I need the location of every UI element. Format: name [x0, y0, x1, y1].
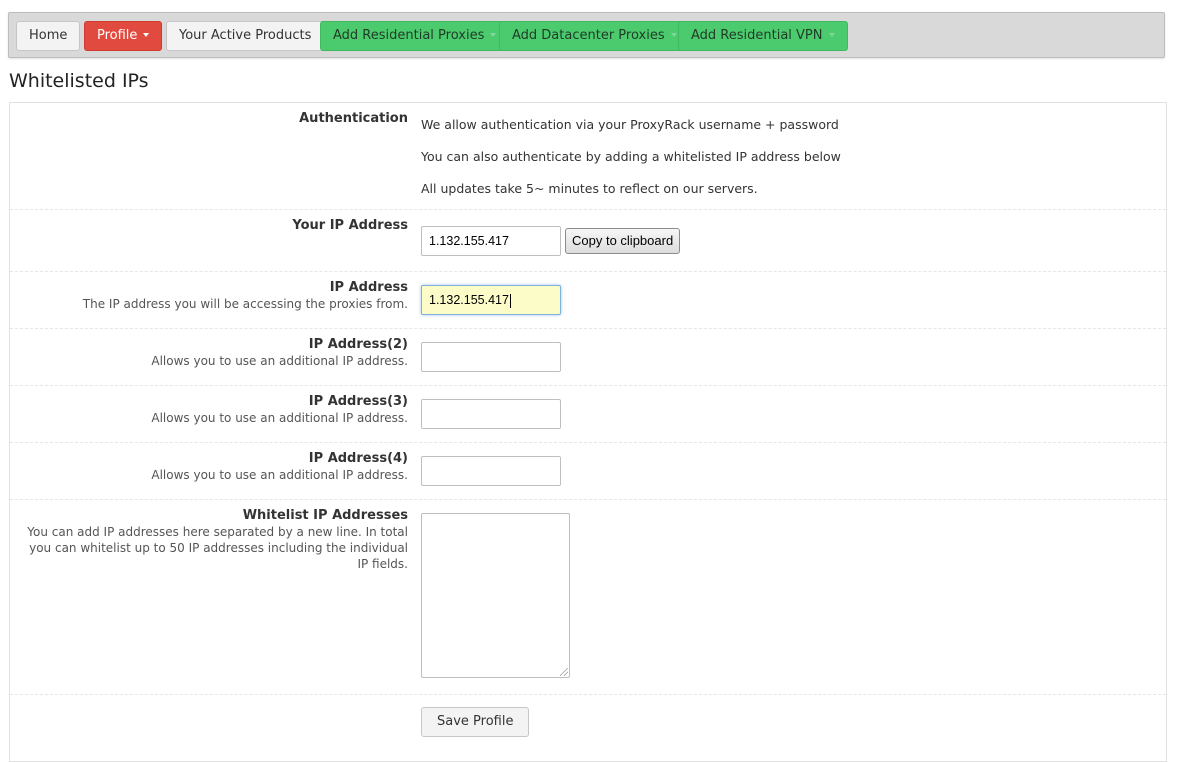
nav-add-residential-proxies-label: Add Residential Proxies — [333, 28, 485, 43]
ip-address-2-input[interactable] — [421, 342, 561, 372]
ip-address-input[interactable]: 1.132.155.417 — [421, 285, 561, 315]
ip-address-3-row: IP Address(3) Allows you to use an addit… — [10, 386, 1166, 443]
authentication-row: Authentication We allow authentication v… — [10, 103, 1166, 210]
resize-grip-icon[interactable] — [560, 668, 568, 676]
nav-add-residential-proxies-dropdown[interactable]: Add Residential Proxies — [320, 21, 510, 51]
copy-to-clipboard-button[interactable]: Copy to clipboard — [565, 228, 681, 254]
ip-address-input-value: 1.132.155.417 — [429, 293, 509, 307]
your-ip-label-col: Your IP Address — [18, 218, 408, 234]
ip-address-label: IP Address — [329, 280, 408, 295]
caret-down-icon — [670, 32, 677, 37]
nav-profile-dropdown[interactable]: Profile — [84, 21, 163, 51]
save-profile-button[interactable]: Save Profile — [421, 707, 530, 737]
nav-add-residential-vpn-label: Add Residential VPN — [691, 28, 823, 43]
ip-address-label-col: IP Address The IP address you will be ac… — [18, 280, 408, 312]
ip-address-3-input[interactable] — [421, 399, 561, 429]
your-ip-label: Your IP Address — [292, 218, 408, 233]
caret-down-icon — [143, 32, 150, 37]
ip-address-4-row: IP Address(4) Allows you to use an addit… — [10, 443, 1166, 500]
auth-info-line-1: We allow authentication via your ProxyRa… — [421, 117, 839, 132]
ip-address-2-row: IP Address(2) Allows you to use an addit… — [10, 329, 1166, 386]
whitelist-label: Whitelist IP Addresses — [242, 508, 408, 523]
nav-add-residential-vpn-dropdown[interactable]: Add Residential VPN — [678, 21, 848, 51]
ip-address-3-label: IP Address(3) — [308, 394, 408, 409]
authentication-label: Authentication — [299, 111, 408, 126]
whitelist-row: Whitelist IP Addresses You can add IP ad… — [10, 500, 1166, 695]
ip-address-4-label: IP Address(4) — [308, 451, 408, 466]
nav-profile-label: Profile — [97, 28, 138, 43]
ip-address-2-label-col: IP Address(2) Allows you to use an addit… — [18, 337, 408, 369]
ip-address-2-label: IP Address(2) — [308, 337, 408, 352]
whitelist-form-panel: Authentication We allow authentication v… — [9, 102, 1167, 762]
auth-info-line-2: You can also authenticate by adding a wh… — [421, 149, 841, 164]
ip-address-4-hint: Allows you to use an additional IP addre… — [151, 468, 408, 482]
ip-address-row: IP Address The IP address you will be ac… — [10, 272, 1166, 329]
nav-active-products-button[interactable]: Your Active Products — [166, 21, 325, 51]
ip-address-4-label-col: IP Address(4) Allows you to use an addit… — [18, 451, 408, 483]
whitelist-hint: You can add IP addresses here separated … — [27, 525, 408, 571]
ip-address-2-hint: Allows you to use an additional IP addre… — [151, 354, 408, 368]
whitelist-label-col: Whitelist IP Addresses You can add IP ad… — [23, 508, 408, 572]
auth-info-line-3: All updates take 5~ minutes to reflect o… — [421, 181, 758, 196]
authentication-label-col: Authentication — [18, 111, 408, 127]
top-navbar: Home Profile Your Active Products Add Re… — [8, 12, 1165, 58]
caret-down-icon — [490, 32, 497, 37]
whitelist-textarea[interactable] — [421, 513, 570, 678]
caret-down-icon — [828, 32, 835, 37]
ip-address-3-label-col: IP Address(3) Allows you to use an addit… — [18, 394, 408, 426]
your-ip-field[interactable]: 1.132.155.417 — [421, 226, 561, 256]
nav-home-button[interactable]: Home — [16, 21, 81, 51]
nav-add-datacenter-proxies-dropdown[interactable]: Add Datacenter Proxies — [499, 21, 690, 51]
ip-address-3-hint: Allows you to use an additional IP addre… — [151, 411, 408, 425]
page-title: Whitelisted IPs — [9, 70, 149, 92]
ip-address-4-input[interactable] — [421, 456, 561, 486]
text-cursor-icon — [509, 293, 511, 308]
nav-add-datacenter-proxies-label: Add Datacenter Proxies — [512, 28, 665, 43]
nav-home-label: Home — [29, 28, 68, 43]
nav-active-products-label: Your Active Products — [179, 28, 312, 43]
ip-address-hint: The IP address you will be accessing the… — [82, 297, 408, 311]
